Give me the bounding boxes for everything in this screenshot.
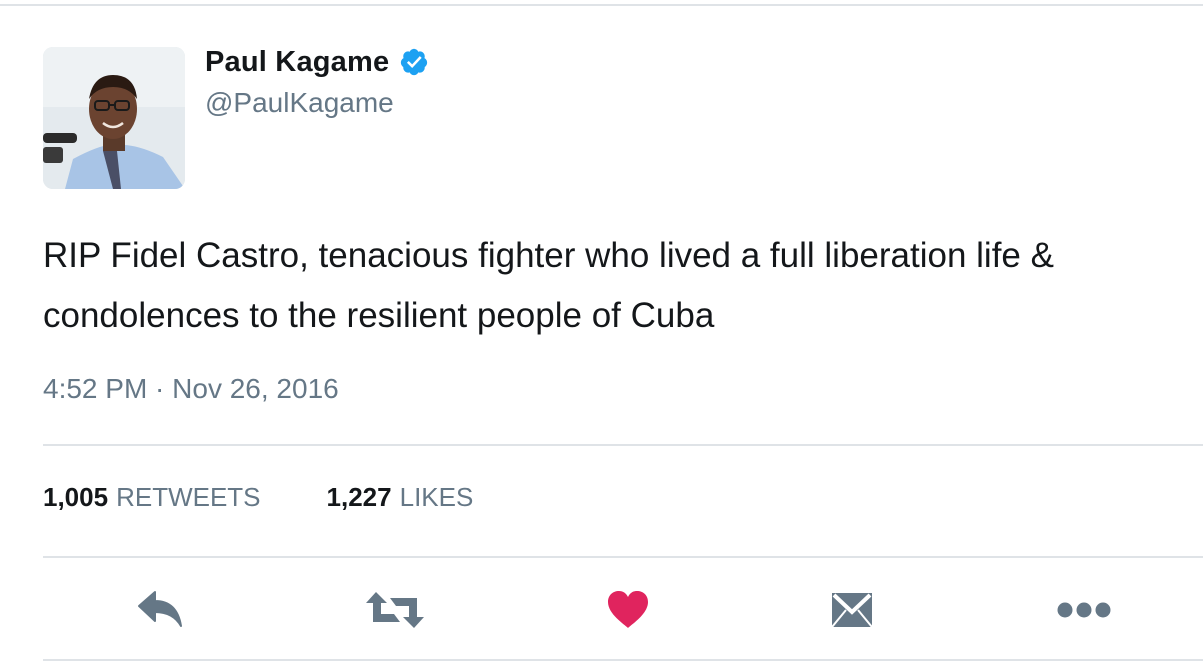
tweet-stats: 1,005 RETWEETS 1,227 LIKES xyxy=(43,482,539,513)
reply-icon xyxy=(138,591,182,627)
reply-button[interactable] xyxy=(130,580,190,640)
like-button[interactable] xyxy=(598,580,658,640)
envelope-icon xyxy=(831,593,873,628)
profile-photo xyxy=(43,47,185,189)
likes-count: 1,227 xyxy=(326,482,392,512)
name-row: Paul Kagame xyxy=(205,44,429,80)
more-options-button[interactable] xyxy=(1052,580,1116,640)
top-divider xyxy=(0,4,1203,6)
divider xyxy=(43,444,1203,446)
more-dots-icon xyxy=(1057,602,1111,618)
tweet-timestamp[interactable]: 4:52 PM · Nov 26, 2016 xyxy=(43,373,339,405)
likes-label: LIKES xyxy=(399,482,474,512)
action-bar xyxy=(0,580,1203,640)
display-name[interactable]: Paul Kagame xyxy=(205,46,389,79)
retweets-count: 1,005 xyxy=(43,482,109,512)
likes-stat[interactable]: 1,227 LIKES xyxy=(327,482,474,513)
retweet-button[interactable] xyxy=(362,580,428,640)
retweets-label: RETWEETS xyxy=(116,482,261,512)
tweet-text: RIP Fidel Castro, tenacious fighter who … xyxy=(43,236,1054,335)
heart-icon xyxy=(608,591,648,628)
retweet-icon xyxy=(366,592,424,628)
direct-message-button[interactable] xyxy=(822,580,882,640)
divider xyxy=(43,556,1203,558)
divider xyxy=(43,659,1203,661)
user-handle[interactable]: @PaulKagame xyxy=(205,87,394,119)
verified-badge-icon xyxy=(401,48,428,76)
retweets-stat[interactable]: 1,005 RETWEETS xyxy=(43,482,261,513)
avatar[interactable] xyxy=(43,47,185,189)
